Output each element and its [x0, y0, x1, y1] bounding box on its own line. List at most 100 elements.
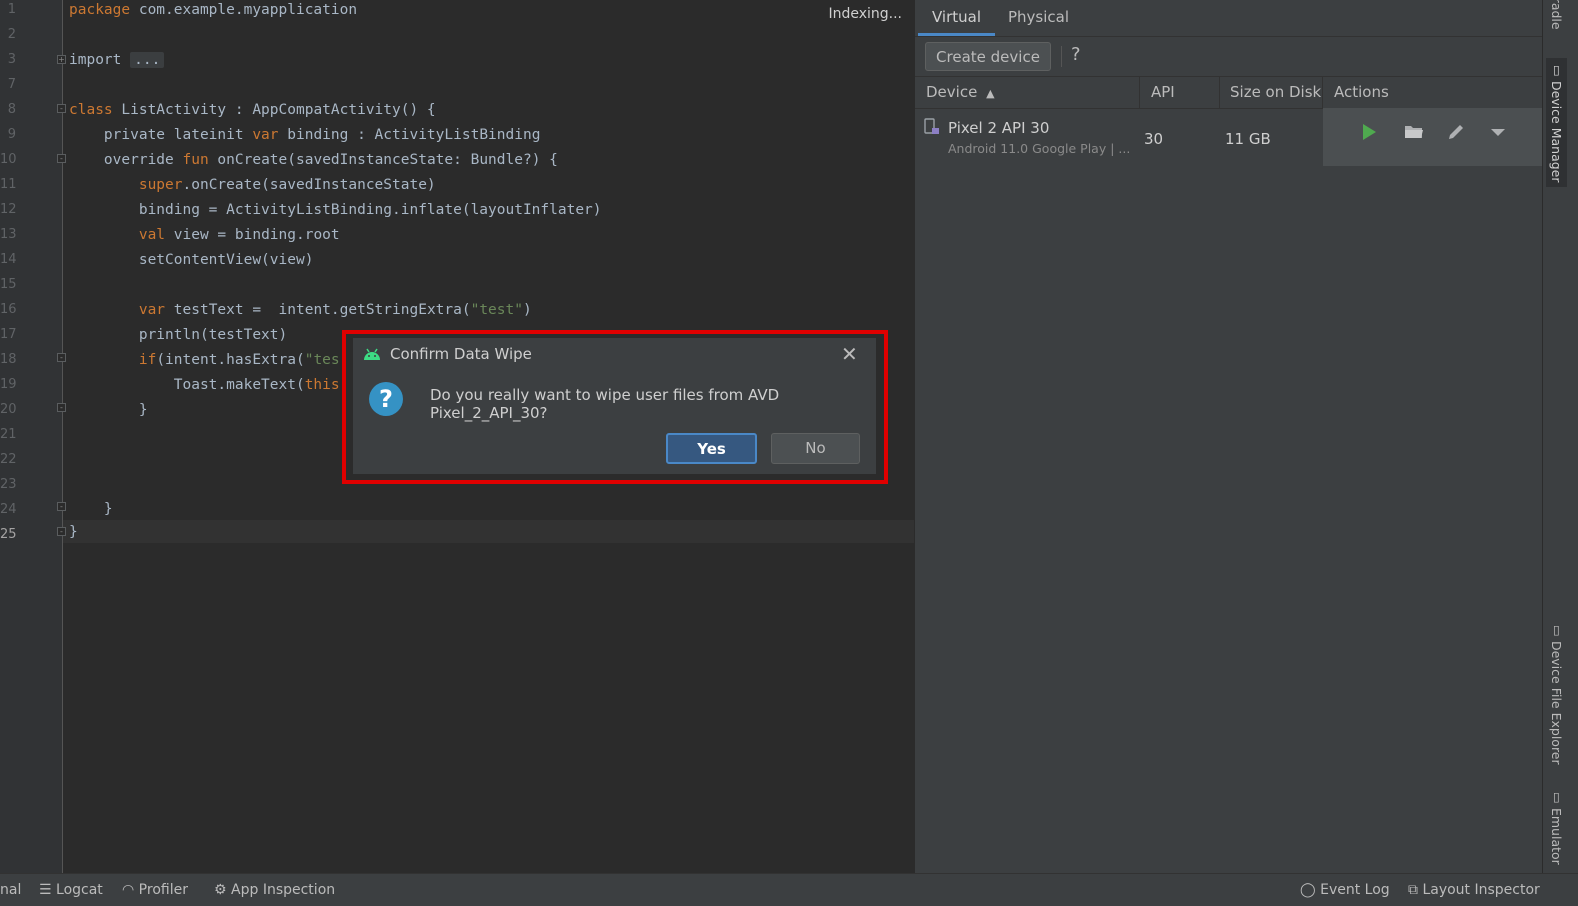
folded-imports[interactable]: ...	[130, 52, 165, 68]
event-log-icon: ◯	[1300, 882, 1316, 898]
code-text: private lateinit	[69, 127, 253, 143]
device-manager-panel: Virtual Physical Create device ? Device …	[914, 0, 1543, 873]
folder-icon[interactable]	[1404, 123, 1424, 144]
line-number: 10	[0, 152, 17, 167]
code-text: view = binding.root	[165, 227, 340, 243]
tool-window-device-file-explorer[interactable]: ▯ Device File Explorer	[1549, 622, 1564, 765]
keyword: var	[252, 127, 279, 143]
fold-marker[interactable]: -	[57, 104, 66, 113]
code-line[interactable]: }	[69, 499, 113, 519]
tool-window-event-log[interactable]: ◯ Event Log	[1300, 882, 1390, 898]
tool-window-label: Emulator	[1549, 807, 1564, 865]
fold-marker[interactable]: -	[57, 154, 66, 163]
line-number: 3	[7, 52, 16, 67]
line-number: 24	[0, 502, 17, 517]
tool-window-profiler[interactable]: ◠ Profiler	[122, 882, 188, 898]
code-line[interactable]: binding = ActivityListBinding.inflate(la…	[69, 200, 602, 220]
fold-marker[interactable]: -	[57, 527, 66, 536]
tool-window-label: Device Manager	[1549, 80, 1564, 183]
no-button[interactable]: No	[771, 433, 860, 464]
code-line[interactable]: }	[69, 400, 148, 420]
tool-window-label: Logcat	[56, 882, 103, 898]
divider	[915, 36, 1543, 37]
keyword: if	[138, 352, 157, 368]
create-device-button[interactable]: Create device	[925, 42, 1051, 71]
code-line[interactable]: var testText = intent.getStringExtra("te…	[69, 300, 532, 320]
keyword: super	[138, 177, 183, 193]
code-text: override	[69, 152, 183, 168]
code-line[interactable]: setContentView(view)	[69, 250, 314, 270]
dialog-message: Do you really want to wipe user files fr…	[430, 386, 780, 422]
column-header-actions: Actions	[1334, 83, 1389, 101]
actions-cell	[1323, 108, 1543, 166]
code-line[interactable]: private lateinit var binding : ActivityL…	[69, 125, 541, 145]
fold-marker[interactable]: -	[57, 353, 66, 362]
line-number: 18	[0, 352, 17, 367]
column-header-api[interactable]: API	[1140, 77, 1220, 108]
string-literal: "tes	[304, 352, 340, 368]
layout-inspector-icon: ⧉	[1408, 882, 1418, 898]
line-number: 19	[0, 377, 17, 392]
dialog-title: Confirm Data Wipe	[390, 345, 532, 363]
tool-window-gradle[interactable]: Gradle	[1549, 0, 1564, 30]
tool-window-label: Device File Explorer	[1549, 640, 1564, 765]
line-number: 1	[7, 2, 16, 17]
line-gutter: 1 2 3 7 8 9 10 11 12 13 14 15 16 17 18 1…	[0, 0, 63, 873]
code-line[interactable]: println(testText)	[69, 325, 287, 345]
tab-physical[interactable]: Physical	[994, 0, 1083, 36]
edit-icon[interactable]	[1447, 123, 1465, 146]
column-label: Device	[926, 83, 978, 101]
profiler-gauge-icon: ◠	[122, 882, 135, 898]
tool-window-device-manager[interactable]: ▯ Device Manager	[1546, 58, 1567, 187]
code-line[interactable]: super.onCreate(savedInstanceState)	[69, 175, 436, 195]
tool-window-app-inspection[interactable]: ⚙ App Inspection	[214, 882, 335, 898]
keyword: fun	[182, 152, 209, 168]
table-row[interactable]: Pixel 2 API 30 Android 11.0 Google Play …	[915, 108, 1543, 166]
android-icon	[362, 346, 382, 365]
fold-marker[interactable]: -	[57, 403, 66, 412]
current-line-highlight	[63, 520, 914, 543]
code-line[interactable]: val view = binding.root	[69, 225, 340, 245]
tool-window-layout-inspector[interactable]: ⧉ Layout Inspector	[1408, 882, 1540, 898]
line-number: 11	[0, 177, 17, 192]
device-file-explorer-icon: ▯	[1549, 622, 1564, 637]
yes-button[interactable]: Yes	[666, 433, 757, 464]
run-icon[interactable]	[1361, 123, 1377, 146]
app-inspection-icon: ⚙	[214, 882, 227, 898]
bottom-tool-bar: nal ☰ Logcat ◠ Profiler ⚙ App Inspection…	[0, 873, 1578, 906]
line-number: 23	[0, 477, 17, 492]
code-line[interactable]: class ListActivity : AppCompatActivity()…	[69, 100, 436, 120]
code-line[interactable]: if(intent.hasExtra("tes	[69, 350, 340, 370]
code-line[interactable]: package com.example.myapplication	[69, 0, 357, 20]
keyword: val	[138, 227, 166, 243]
line-number: 15	[0, 277, 17, 292]
question-icon: ?	[369, 382, 403, 416]
close-icon[interactable]: ✕	[841, 342, 858, 366]
code-line[interactable]: import ...	[69, 50, 165, 70]
keyword: import	[69, 52, 122, 68]
line-number: 9	[7, 127, 16, 142]
help-icon[interactable]: ?	[1071, 44, 1081, 65]
code-line[interactable]: Toast.makeText(this,	[69, 375, 349, 395]
emulator-icon: ▯	[1549, 789, 1564, 804]
tab-virtual[interactable]: Virtual	[918, 0, 996, 36]
line-number: 22	[0, 452, 17, 467]
device-name: Pixel 2 API 30	[948, 119, 1050, 137]
device-table-header: Device ▲ API Size on Disk Actions	[915, 76, 1543, 109]
device-manager-icon: ▯	[1549, 62, 1564, 77]
column-header-size[interactable]: Size on Disk	[1220, 77, 1323, 108]
chevron-down-icon[interactable]	[1490, 123, 1506, 146]
fold-marker[interactable]: -	[57, 502, 66, 511]
column-header-device[interactable]: Device ▲	[915, 77, 1140, 108]
keyword: package	[69, 2, 131, 18]
line-number: 14	[0, 252, 17, 267]
code-line[interactable]: override fun onCreate(savedInstanceState…	[69, 150, 558, 170]
code-line[interactable]: }	[69, 522, 78, 542]
fold-marker[interactable]: +	[57, 55, 66, 64]
line-number: 8	[7, 102, 16, 117]
tool-window-emulator[interactable]: ▯ Emulator	[1549, 789, 1564, 865]
tool-window-terminal[interactable]: nal	[0, 882, 21, 898]
code-text: onCreate(savedInstanceState: Bundle?) {	[208, 152, 558, 168]
tool-window-logcat[interactable]: ☰ Logcat	[39, 882, 103, 898]
